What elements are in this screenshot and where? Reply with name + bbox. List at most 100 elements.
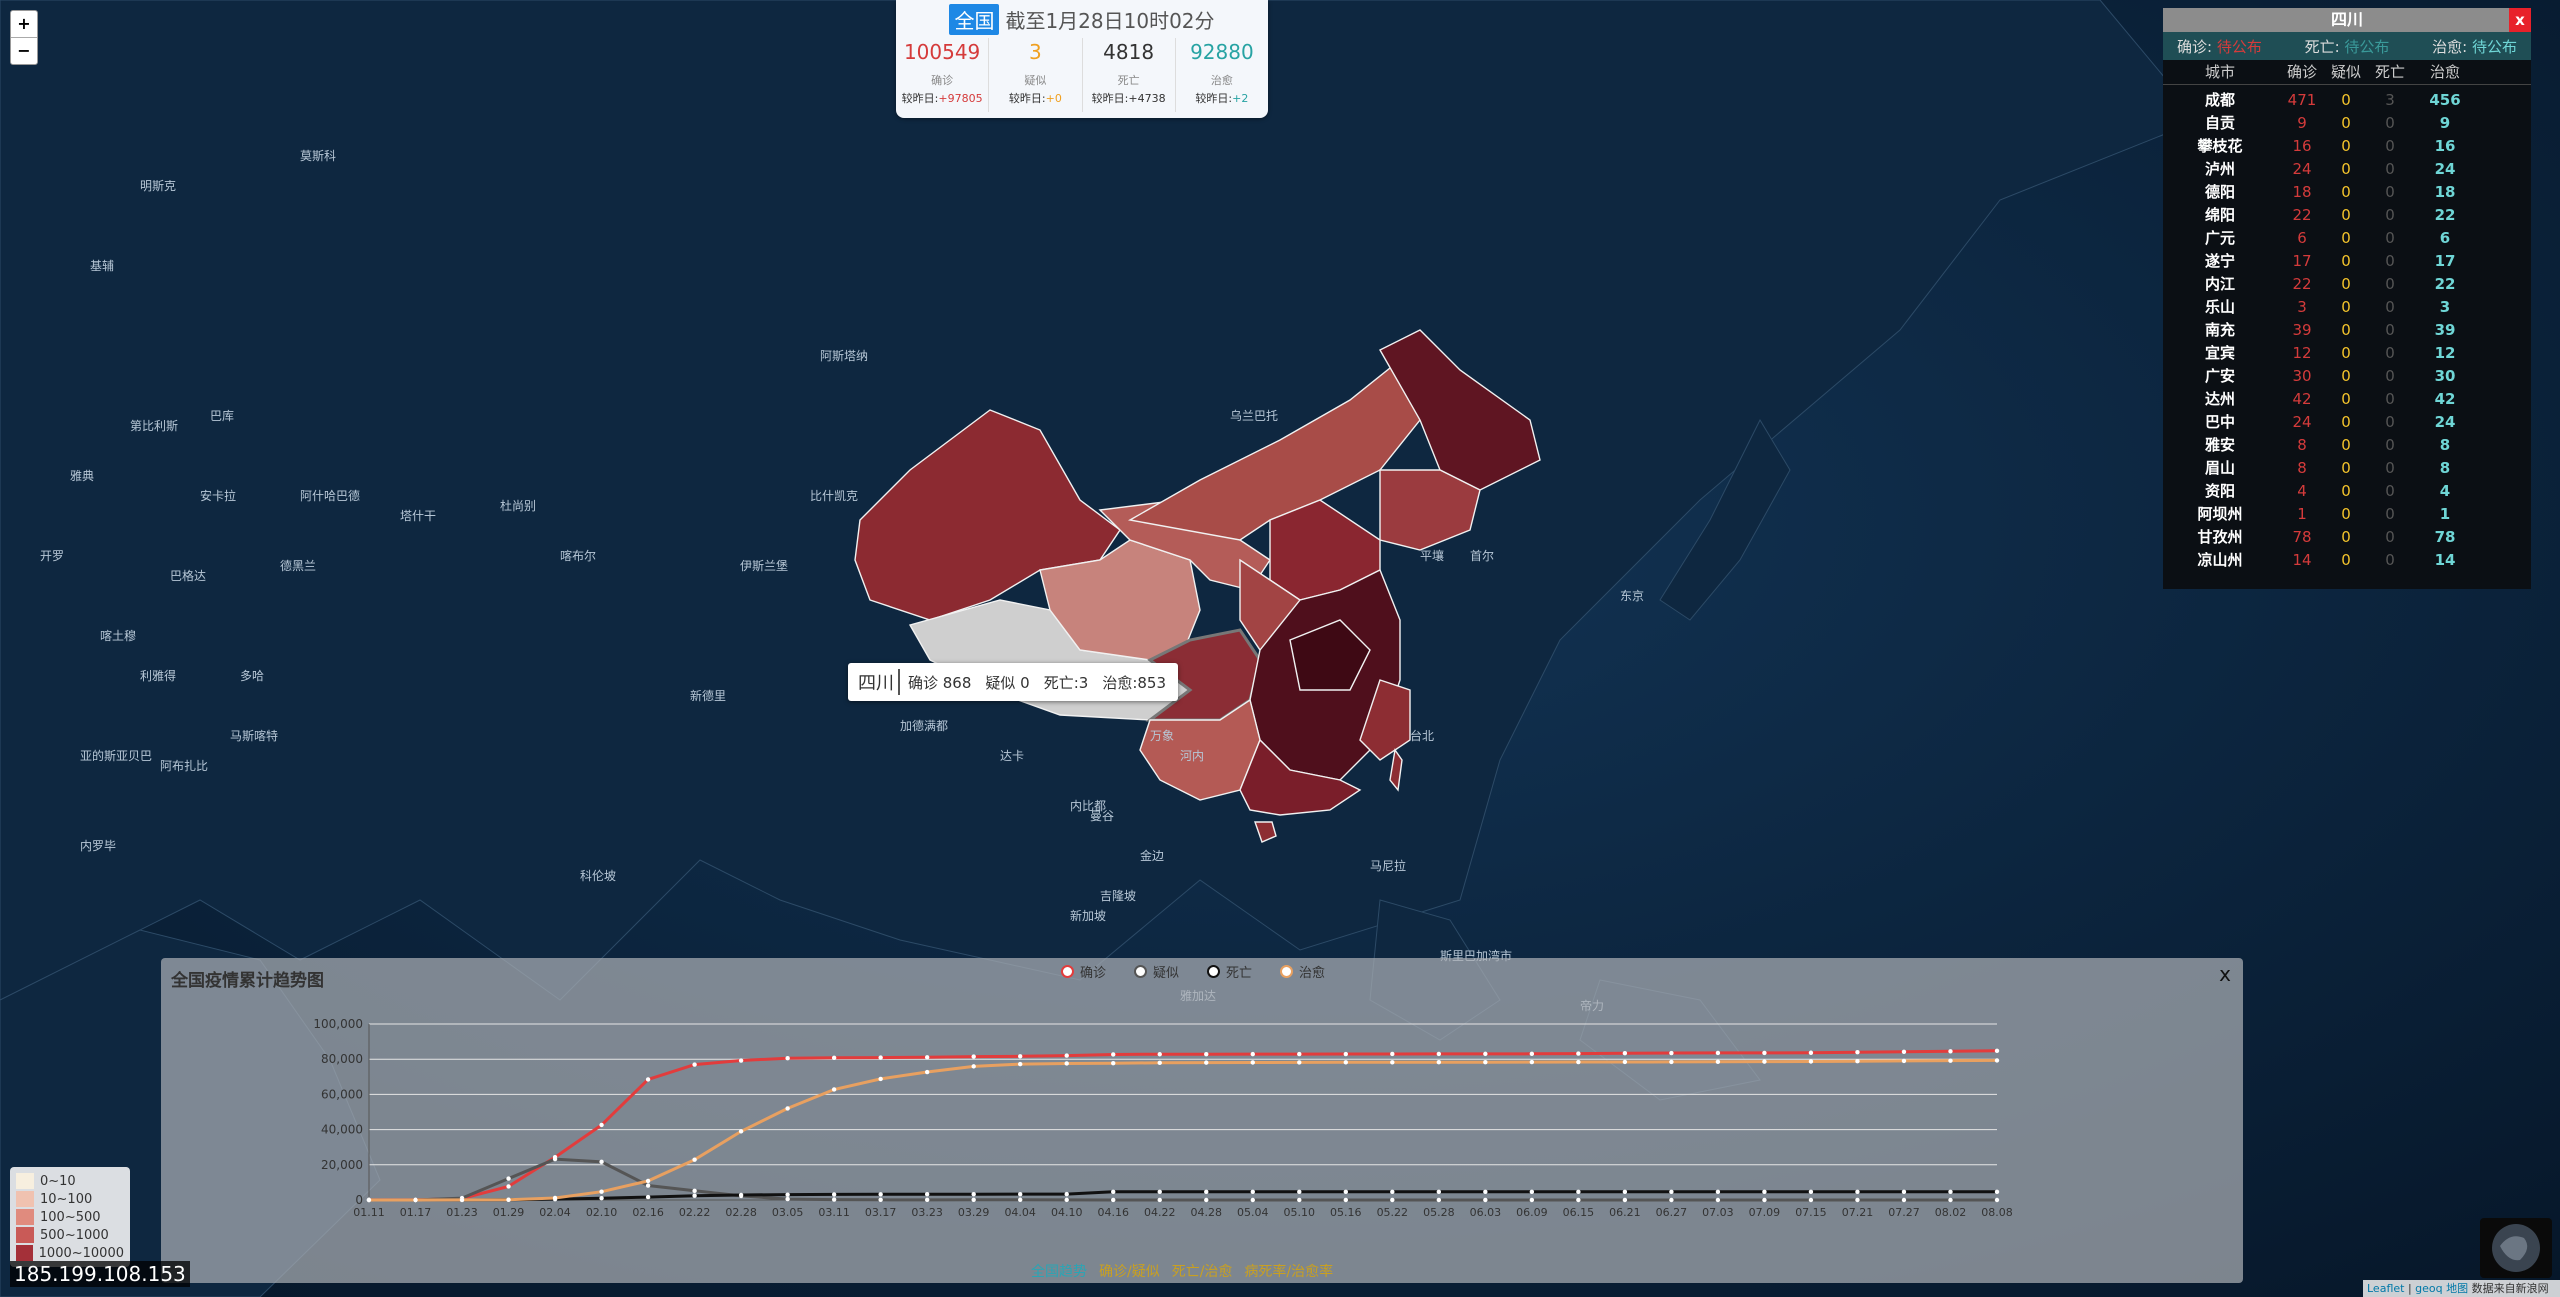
city-row[interactable]: 攀枝花 16 0 0 16 [2163, 135, 2531, 158]
data-point [1529, 1059, 1535, 1065]
data-point [1576, 1189, 1581, 1195]
zoom-out-button[interactable]: − [11, 37, 37, 64]
chart-tab[interactable]: 死亡/治愈 [1172, 1261, 1233, 1281]
data-point [1250, 1197, 1255, 1203]
leaflet-link[interactable]: Leaflet [2367, 1282, 2404, 1295]
geoq-link[interactable]: geoq 地图 [2415, 1282, 2468, 1295]
chart-tab[interactable]: 病死率/治愈率 [1244, 1261, 1333, 1281]
data-point [1483, 1189, 1488, 1195]
city-row[interactable]: 广安 30 0 0 30 [2163, 365, 2531, 388]
data-point [1111, 1197, 1116, 1203]
city-row[interactable]: 绵阳 22 0 0 22 [2163, 204, 2531, 227]
col-city: 城市 [2204, 63, 2235, 81]
city-city: 遂宁 [2204, 252, 2235, 270]
data-point [785, 1056, 790, 1061]
data-point [1390, 1197, 1395, 1203]
city-row[interactable]: 泸州 24 0 0 24 [2163, 158, 2531, 181]
city-city: 宜宾 [2204, 344, 2235, 362]
city-confirmed: 14 [2292, 551, 2312, 569]
data-point [1762, 1197, 1767, 1203]
map-place-label: 东京 [1620, 589, 1644, 603]
map-place-label: 阿什哈巴德 [300, 488, 360, 503]
city-confirmed: 30 [2292, 367, 2312, 385]
x-tick-label: 05.04 [1237, 1206, 1269, 1219]
scope-badge[interactable]: 全国 [949, 3, 1000, 35]
province-detail-panel: 四川 x 确诊: 待公布 死亡: 待公布 治愈: 待公布 城市 确诊 疑似 死亡… [2163, 8, 2531, 589]
city-row[interactable]: 遂宁 17 0 0 17 [2163, 250, 2531, 273]
city-confirmed: 42 [2292, 390, 2312, 408]
city-row[interactable]: 成都 471 0 3 456 [2163, 89, 2531, 112]
city-row[interactable]: 资阳 4 0 0 4 [2163, 480, 2531, 503]
map-place-label: 明斯克 [140, 179, 176, 193]
cured-value: 92880 [1190, 40, 1254, 64]
data-point [1762, 1189, 1767, 1195]
city-row[interactable]: 巴中 24 0 0 24 [2163, 411, 2531, 434]
data-point [599, 1189, 604, 1194]
city-row[interactable]: 宜宾 12 0 0 12 [2163, 342, 2531, 365]
city-deaths: 0 [2385, 413, 2395, 431]
map-place-label: 巴库 [210, 408, 234, 423]
data-point [1204, 1051, 1209, 1057]
minimap-globe[interactable] [2480, 1218, 2552, 1278]
city-row[interactable]: 广元 6 0 0 6 [2163, 227, 2531, 250]
city-table-body: 成都 471 0 3 456 自贡 9 0 0 9 攀枝花 16 0 0 16 泸州 24 0 0 24 德阳 18 0 0 1… [2163, 85, 2531, 572]
city-deaths: 3 [2385, 91, 2395, 109]
x-tick-label: 02.16 [632, 1206, 664, 1219]
city-suspected: 0 [2341, 459, 2351, 477]
deaths-label: 死亡 [1117, 74, 1140, 87]
stat-label: 确诊: [2177, 37, 2213, 56]
city-row[interactable]: 甘孜州 78 0 0 78 [2163, 526, 2531, 549]
city-row[interactable]: 自贡 9 0 0 9 [2163, 112, 2531, 135]
data-point [1111, 1060, 1116, 1066]
city-row[interactable]: 南充 39 0 0 39 [2163, 319, 2531, 342]
city-row[interactable]: 乐山 3 0 0 3 [2163, 296, 2531, 319]
city-cured: 22 [2434, 206, 2456, 224]
province-name: 四川 [2330, 10, 2363, 29]
city-row[interactable]: 凉山州 14 0 0 14 [2163, 549, 2531, 572]
x-tick-label: 01.11 [353, 1206, 385, 1219]
city-row[interactable]: 德阳 18 0 0 18 [2163, 181, 2531, 204]
map-place-label: 亚的斯亚贝巴 [80, 748, 152, 763]
city-row[interactable]: 眉山 8 0 0 8 [2163, 457, 2531, 480]
color-range-label: 10~100 [40, 1191, 93, 1207]
map-place-label: 阿斯塔纳 [820, 349, 868, 363]
stat-value: 待公布 [2471, 37, 2517, 56]
x-tick-label: 03.17 [865, 1206, 897, 1219]
cured-stat: 92880 治愈 较昨日:+2 [1176, 38, 1268, 112]
city-deaths: 0 [2385, 390, 2395, 408]
x-tick-label: 04.16 [1097, 1206, 1129, 1219]
data-point [692, 1062, 697, 1067]
city-row[interactable]: 阿坝州 1 0 0 1 [2163, 503, 2531, 526]
city-cured: 8 [2439, 459, 2451, 477]
city-deaths: 0 [2385, 298, 2395, 316]
stat-value: 待公布 [2216, 37, 2262, 56]
data-point [692, 1193, 697, 1198]
chart-tab[interactable]: 全国趋势 [1031, 1261, 1087, 1281]
city-row[interactable]: 内江 22 0 0 22 [2163, 273, 2531, 296]
col-cured: 治愈 [2429, 63, 2460, 81]
city-deaths: 0 [2385, 137, 2395, 155]
data-point [971, 1064, 976, 1069]
data-point [1250, 1051, 1255, 1057]
city-city: 自贡 [2204, 114, 2235, 132]
city-deaths: 0 [2385, 344, 2395, 362]
data-point [692, 1157, 697, 1162]
city-row[interactable]: 雅安 8 0 0 8 [2163, 434, 2531, 457]
delta-prefix: 较昨日: [1195, 92, 1233, 105]
data-point [1994, 1058, 2000, 1063]
data-point [599, 1196, 604, 1201]
city-cured: 30 [2434, 367, 2456, 385]
data-point [1948, 1049, 1953, 1054]
data-point [1762, 1059, 1767, 1064]
close-panel-button[interactable]: x [2509, 8, 2531, 32]
suspected-delta: 较昨日:+0 [989, 90, 1081, 106]
chart-tab[interactable]: 确诊/疑似 [1099, 1261, 1160, 1281]
x-tick-label: 04.28 [1191, 1206, 1223, 1219]
data-point [645, 1178, 651, 1184]
city-row[interactable]: 达州 42 0 0 42 [2163, 388, 2531, 411]
city-deaths: 0 [2385, 367, 2395, 385]
attribution-separator: | [2404, 1282, 2416, 1295]
data-point [1018, 1191, 1023, 1197]
data-point [1715, 1059, 1721, 1064]
zoom-in-button[interactable]: + [11, 11, 37, 37]
